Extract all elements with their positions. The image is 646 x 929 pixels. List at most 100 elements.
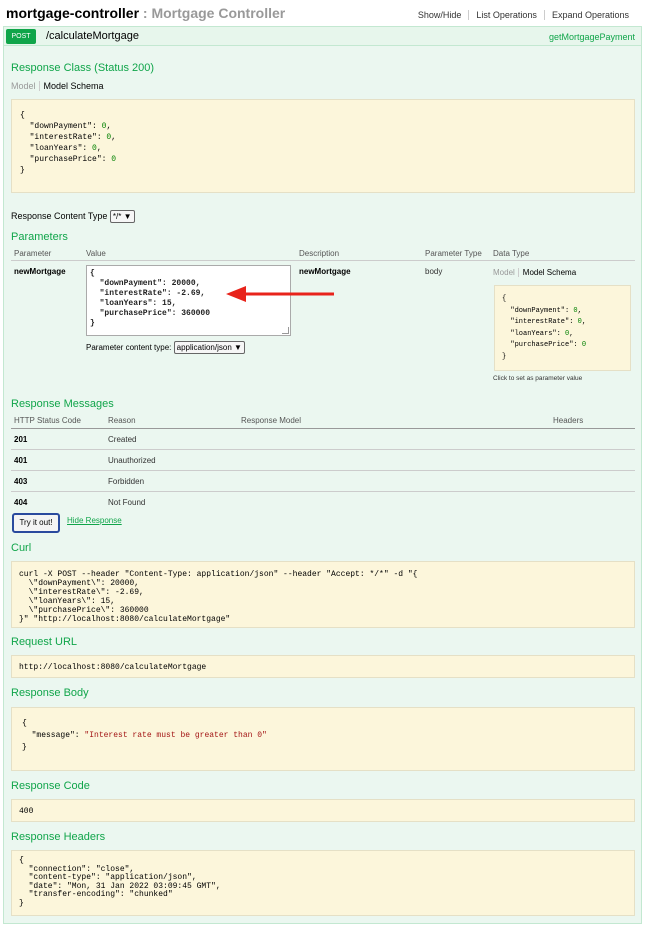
chevron-down-icon: ▼ [123, 212, 132, 221]
http-method-badge[interactable]: POST [6, 29, 36, 44]
schema-line: { [502, 295, 507, 303]
param-col-description: Description [299, 249, 340, 258]
schema-value: 0 [581, 341, 587, 349]
curl-line: }" "http://localhost:8080/calculateMortg… [19, 615, 231, 624]
response-content-type-select[interactable]: */* ▼ [109, 210, 135, 223]
expand-operations-link[interactable]: Expand Operations [543, 10, 636, 20]
schema-line: "interestRate": 0, [20, 133, 117, 142]
show-hide-link[interactable]: Show/Hide [411, 10, 469, 20]
msg-header-divider [11, 428, 635, 429]
curl-title: Curl [11, 542, 32, 554]
annotation-arrow-icon [226, 286, 334, 302]
param-col-value: Value [86, 249, 106, 258]
msg-col-model: Response Model [241, 416, 302, 425]
schema-key: "loanYears": [20, 144, 93, 153]
schema-line: } [20, 166, 25, 175]
resize-handle[interactable] [282, 327, 289, 334]
schema-line: "loanYears": 0, [502, 329, 574, 338]
schema-value: 0 [565, 329, 570, 338]
response-headers: { "connection": "close", "content-type":… [11, 850, 635, 916]
param-description: newMortgage [299, 267, 351, 276]
curl-line: \"interestRate\": -2.69, [19, 588, 144, 597]
operation-nickname[interactable]: getMortgagePayment [549, 32, 635, 42]
parameters-title: Parameters [11, 231, 68, 243]
response-headers-title: Response Headers [11, 831, 106, 843]
header-line: "transfer-encoding": "chunked" [19, 890, 173, 899]
schema-key: "downPayment": [20, 122, 102, 131]
header-line: } [19, 898, 24, 908]
body-key: "message": [22, 731, 85, 740]
table-row-reason: Unauthorized [108, 456, 156, 465]
msg-col-code: HTTP Status Code [14, 416, 81, 425]
schema-value: 0 [92, 144, 97, 153]
body-line: } [22, 743, 27, 752]
schema-key: "interestRate": [502, 318, 578, 326]
curl-line: \"purchasePrice\": 360000 [19, 606, 149, 615]
schema-key: "downPayment": [502, 306, 574, 315]
model-tab[interactable]: Model [493, 268, 515, 277]
table-row-code: 201 [14, 435, 28, 444]
response-body: { "message": "Interest rate must be grea… [11, 707, 635, 771]
schema-value: 0 [101, 122, 107, 131]
response-class-tabs: Model Model Schema [11, 81, 104, 91]
param-name: newMortgage [14, 267, 66, 276]
table-row-code: 401 [14, 456, 28, 465]
resource-actions: Show/Hide List Operations Expand Operati… [411, 10, 636, 20]
body-line: { [22, 719, 27, 728]
model-tab[interactable]: Model [11, 81, 36, 91]
model-schema-tab[interactable]: Model Schema [517, 268, 577, 277]
schema-line: "purchasePrice": 0 [20, 154, 626, 165]
hide-response-link[interactable]: Hide Response [67, 516, 122, 525]
param-col-type: Parameter Type [425, 249, 482, 258]
schema-line: { [20, 111, 25, 120]
msg-col-reason: Reason [108, 416, 136, 425]
response-code-title: Response Code [11, 780, 90, 792]
schema-key: "purchasePrice": [20, 155, 112, 164]
param-content-type-select[interactable]: application/json ▼ [173, 341, 245, 354]
value-line: } [90, 319, 95, 328]
schema-line: "downPayment": 0, [20, 122, 112, 131]
chevron-down-icon: ▼ [234, 343, 242, 352]
schema-line: "downPayment": 0, [502, 306, 582, 315]
schema-key: "loanYears": [502, 329, 566, 338]
schema-line: "loanYears": 0, [20, 144, 102, 153]
row-divider [11, 491, 635, 492]
schema-line: "purchasePrice": 0 [502, 340, 623, 352]
model-schema-tab[interactable]: Model Schema [38, 81, 104, 91]
param-content-type-label: Parameter content type: [86, 343, 172, 352]
schema-value: 0 [577, 318, 582, 326]
table-row-reason: Not Found [108, 498, 146, 507]
table-row-code: 404 [14, 498, 28, 507]
schema-line: } [502, 352, 507, 361]
operation-path[interactable]: /calculateMortgage [46, 30, 139, 42]
list-operations-link[interactable]: List Operations [468, 10, 544, 20]
msg-col-headers: Headers [553, 416, 584, 425]
response-body-title: Response Body [11, 687, 89, 699]
response-messages-title: Response Messages [11, 398, 114, 410]
try-it-out-button[interactable]: Try it out! [12, 513, 60, 533]
resource-title[interactable]: mortgage-controller : Mortgage Controlle… [6, 5, 285, 21]
request-url: http://localhost:8080/calculateMortgage [11, 655, 635, 678]
schema-value: 0 [106, 133, 112, 142]
body-line: "message": "Interest rate must be greate… [22, 730, 624, 742]
schema-value: 0 [573, 306, 578, 315]
click-hint: Click to set as parameter value [493, 375, 583, 382]
param-type: body [425, 267, 443, 276]
response-content-type-label: Response Content Type [11, 211, 108, 221]
value-line: "purchasePrice": 360000 [90, 309, 211, 318]
curl-line: curl -X POST --header "Content-Type: app… [19, 570, 418, 579]
table-row-reason: Forbidden [108, 477, 145, 486]
request-url-title: Request URL [11, 636, 78, 648]
controller-name[interactable]: mortgage-controller [6, 5, 139, 21]
schema-value: 0 [111, 155, 117, 164]
param-content-type-value: application/json [176, 343, 232, 352]
param-model-schema[interactable]: { "downPayment": 0, "interestRate": 0, "… [494, 285, 631, 371]
response-class-title: Response Class (Status 200) [11, 62, 155, 74]
table-row-reason: Created [108, 435, 137, 444]
response-class-schema: { "downPayment": 0, "interestRate": 0, "… [11, 99, 635, 193]
schema-key: "purchasePrice": [502, 341, 582, 349]
param-header-divider [11, 260, 635, 261]
param-col-datatype: Data Type [493, 249, 530, 258]
value-line: { [90, 269, 95, 278]
schema-key: "interestRate": [20, 133, 107, 142]
